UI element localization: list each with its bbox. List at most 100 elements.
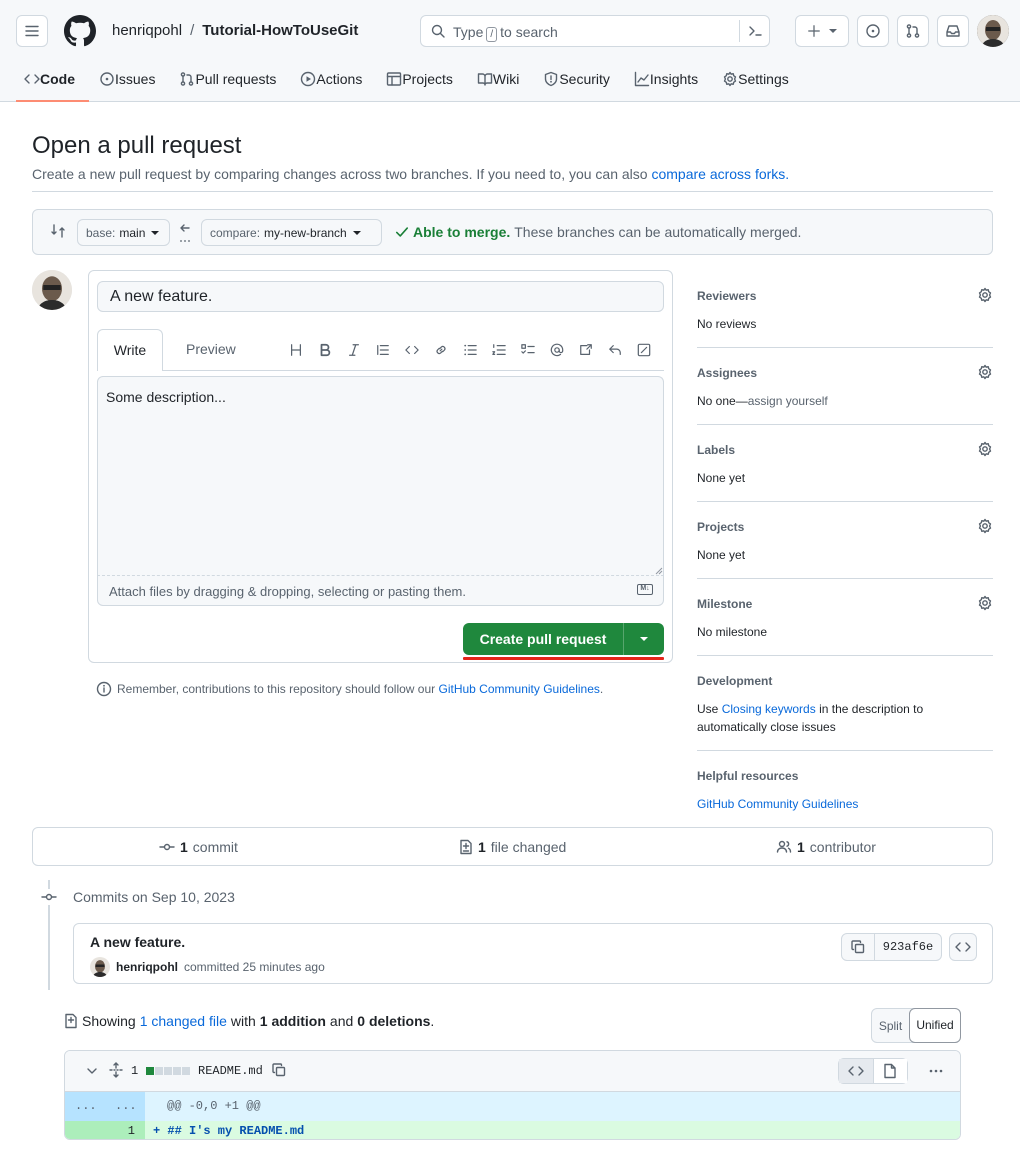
milestone-value: No milestone [697,625,768,639]
split-view-button[interactable]: Split [872,1019,909,1033]
avatar-icon [32,270,72,310]
command-palette-icon[interactable] [747,23,763,39]
commit-message-link[interactable]: A new feature. [90,934,185,950]
unfold-icon[interactable] [108,1062,124,1078]
tab-insights[interactable]: Insights [634,64,711,94]
compare-branch-select[interactable]: compare: my-new-branch [201,219,382,246]
quote-button[interactable] [373,340,393,360]
list-ordered-icon [492,344,506,355]
tab-wiki[interactable]: Wiki [477,64,532,94]
changed-files-link[interactable]: 1 changed file [140,1013,227,1029]
code-button[interactable] [402,340,422,360]
pr-title-input[interactable]: A new feature. [97,281,664,312]
unordered-list-button[interactable] [460,340,480,360]
italic-button[interactable] [344,340,364,360]
github-mark-icon [64,15,96,47]
copy-sha-button[interactable] [842,933,875,961]
gear-icon[interactable] [977,287,993,303]
commit-sha-link[interactable]: 923af6e [875,940,941,954]
heading-button[interactable] [286,340,306,360]
repo-link[interactable]: Tutorial-HowToUseGit [202,22,358,39]
browse-code-button[interactable] [949,933,977,961]
markdown-icon: M↓ [637,584,653,595]
graph-icon [634,71,650,87]
tab-label: Security [559,71,610,87]
gear-icon[interactable] [977,441,993,457]
tab-code[interactable]: Code [16,64,89,102]
plus-icon [808,25,820,37]
compare-forks-link[interactable]: compare across forks. [651,166,789,182]
kebab-horizontal-icon[interactable] [928,1063,944,1079]
tab-security[interactable]: Security [543,64,623,94]
commits-stat[interactable]: 1 commit [159,839,238,855]
check-icon [395,227,409,237]
tab-write[interactable]: Write [97,329,163,371]
reference-button[interactable] [576,340,596,360]
file-name-link[interactable]: README.md [198,1064,263,1078]
development-value: Use Closing keywords in the description … [697,702,924,734]
contributors-stat[interactable]: 1 contributor [776,839,876,855]
community-guidelines-link[interactable]: GitHub Community Guidelines [697,797,858,811]
diff-line-added: 1 + ## I's my README.md [65,1121,960,1139]
ordered-list-button[interactable] [489,340,509,360]
diff-stat-count: 1 [131,1064,139,1078]
tab-settings[interactable]: Settings [722,64,802,94]
slash-commands-button[interactable] [634,340,654,360]
base-branch-select[interactable]: base: main [77,219,170,246]
closing-keywords-link[interactable]: Closing keywords [722,702,816,716]
reviewers-title: Reviewers [697,289,757,303]
reply-button[interactable] [605,340,625,360]
mention-button[interactable] [547,340,567,360]
resize-handle-icon[interactable] [655,567,663,575]
code-icon [405,345,419,355]
task-list-button[interactable] [518,340,538,360]
resources-value: GitHub Community Guidelines [697,795,993,813]
pr-stats-bar: 1 commit 1 file changed 1 contributor [32,827,993,866]
source-view-button[interactable] [839,1059,874,1083]
attach-files-area[interactable]: Attach files by dragging & dropping, sel… [97,575,664,606]
tab-projects[interactable]: Projects [386,64,466,94]
tab-actions[interactable]: Actions [300,64,375,94]
chevron-down-icon[interactable] [84,1063,100,1079]
copy-icon[interactable] [271,1062,287,1078]
rich-view-button[interactable] [873,1059,907,1083]
caret-down-icon [352,230,361,235]
chevron-down-icon [829,29,837,33]
create-new-button[interactable] [795,15,849,47]
github-logo[interactable] [64,15,96,47]
cross-reference-icon [580,344,592,355]
assign-yourself-link[interactable]: assign yourself [748,394,828,408]
guidelines-link[interactable]: GitHub Community Guidelines [439,682,600,696]
pr-description-textarea[interactable]: Some description... [97,376,664,576]
pull-requests-button[interactable] [897,15,929,47]
gear-icon[interactable] [977,364,993,380]
owner-link[interactable]: henriqpohl [112,22,182,39]
unified-view-button[interactable]: Unified [909,1008,961,1043]
tab-preview[interactable]: Preview [186,341,236,357]
compare-arrows-icon[interactable] [50,223,66,239]
menu-button[interactable] [16,15,48,47]
gear-icon[interactable] [977,595,993,611]
sidebar-labels: Labels None yet [697,441,993,502]
expand-up-button[interactable]: ... [75,1099,97,1113]
commit-author-line: henriqpohl committed 25 minutes ago [90,957,325,977]
search-input[interactable]: Type / to search [420,15,770,47]
create-pull-request-button[interactable]: Create pull request [463,623,664,655]
gear-icon[interactable] [977,518,993,534]
bold-button[interactable] [315,340,335,360]
line-number[interactable]: 1 [65,1121,145,1139]
tab-issues[interactable]: Issues [99,64,168,94]
create-options-dropdown[interactable] [624,637,664,641]
issues-button[interactable] [857,15,889,47]
highlight-underline [463,657,664,660]
merge-status: Able to merge. These branches can be auto… [395,224,801,240]
user-avatar[interactable] [977,15,1009,47]
expand-down-button[interactable]: ... [115,1099,137,1113]
inbox-button[interactable] [937,15,969,47]
page-title: Open a pull request [32,132,242,159]
issue-opened-icon [866,24,880,38]
commit-author-link[interactable]: henriqpohl [116,960,178,974]
link-button[interactable] [431,340,451,360]
files-stat[interactable]: 1 file changed [459,839,566,855]
tab-pull-requests[interactable]: Pull requests [179,64,289,94]
